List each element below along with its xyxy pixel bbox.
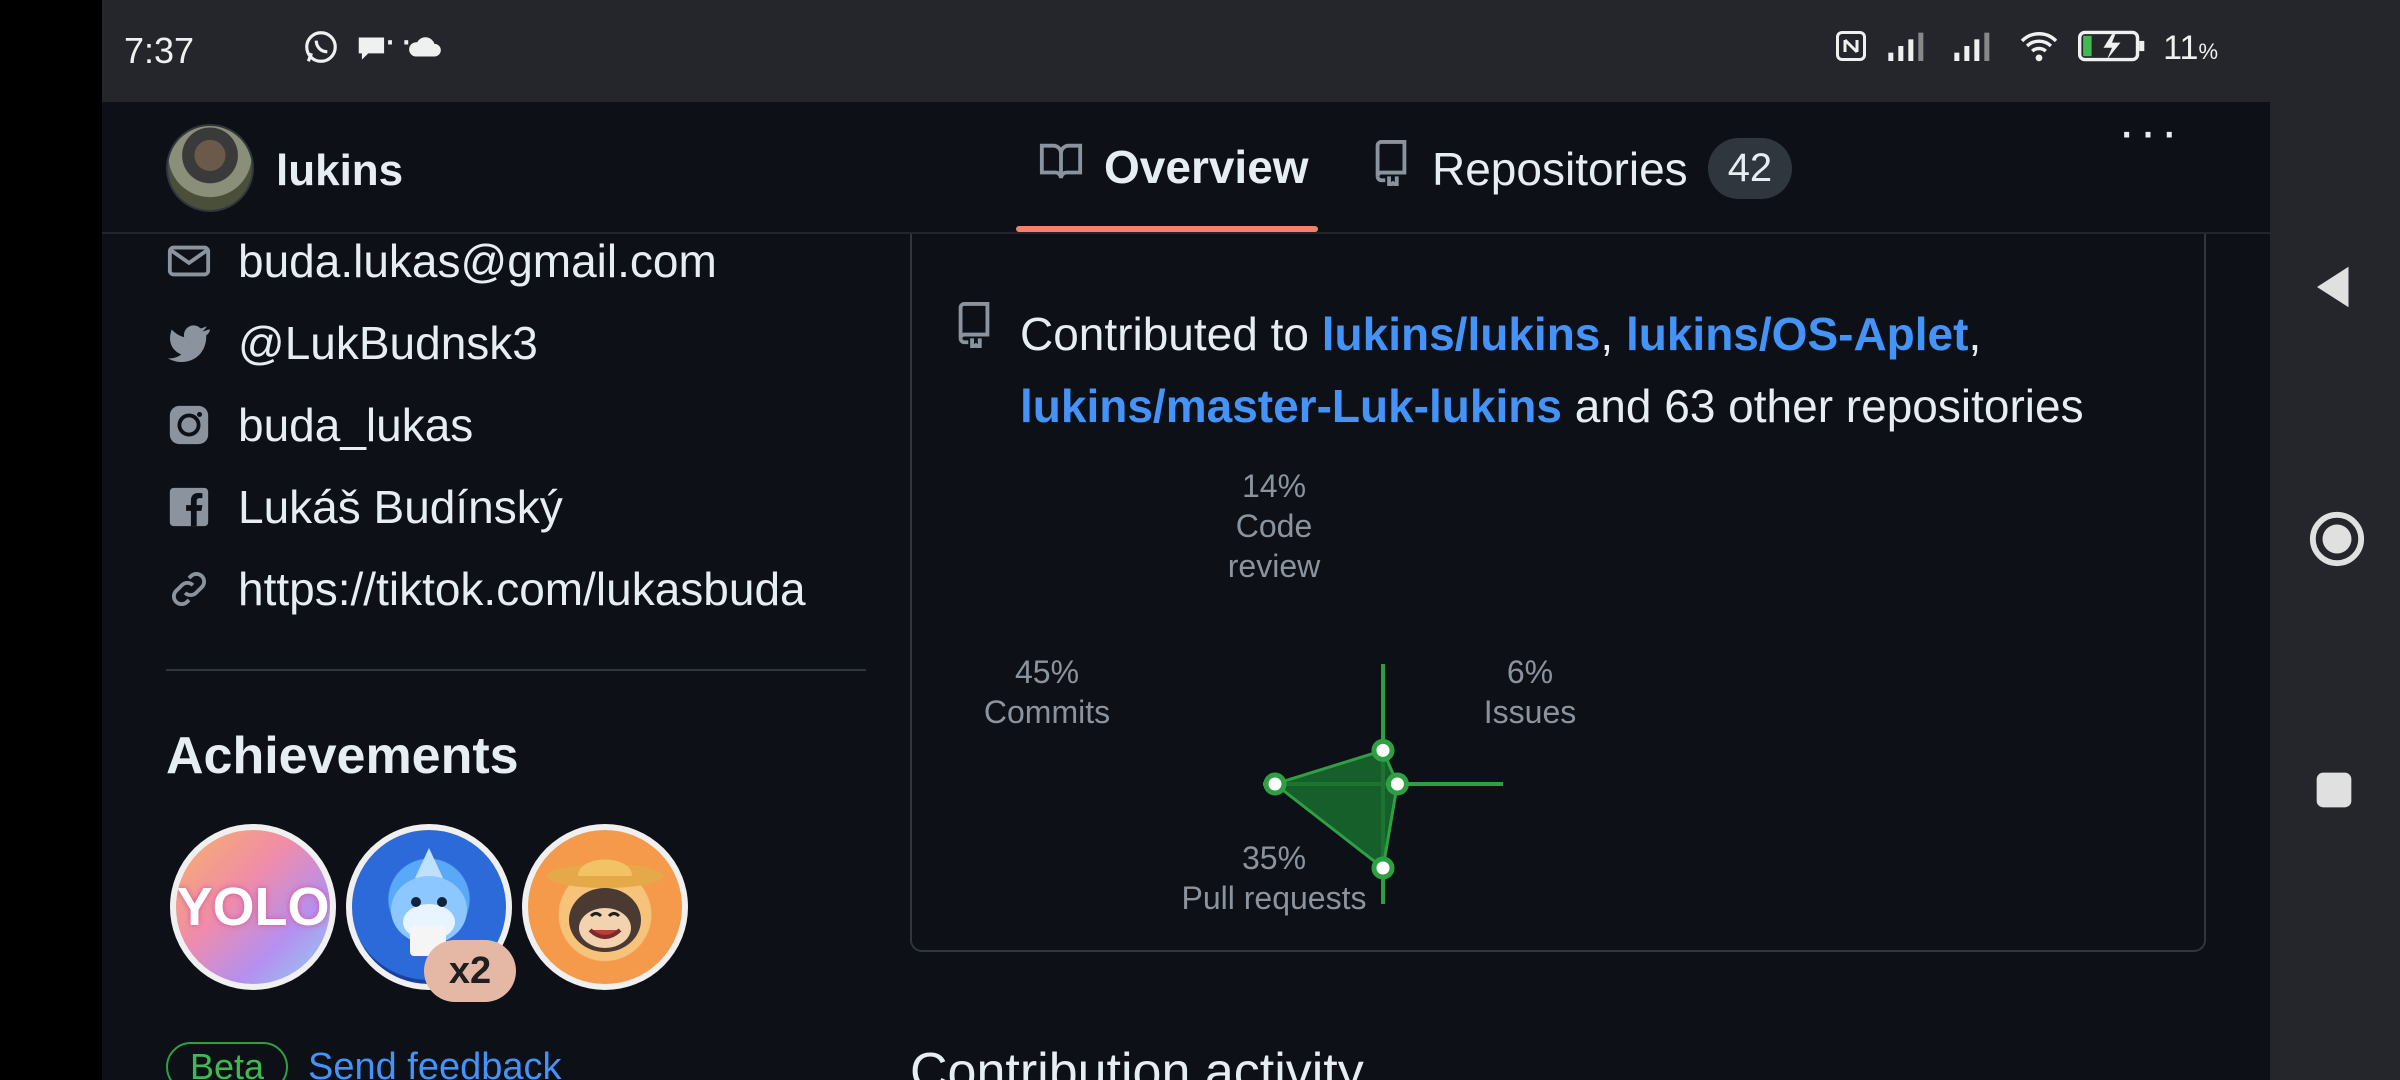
contributed-to-text: Contributed to lukins/lukins, lukins/OS-… (1020, 308, 2084, 432)
yolo-badge[interactable]: YOLO (170, 824, 336, 990)
radar-label-pull-requests: 35% Pull requests (1181, 840, 1367, 916)
cowboy-icon (547, 859, 663, 952)
activity-radar-chart: 14% Code review 6% Issues 35% Pull requests… (982, 462, 1742, 922)
contact-instagram[interactable]: buda_lukas (166, 398, 473, 452)
contribution-activity-title: Contribution activity (910, 1043, 1364, 1080)
contact-twitter[interactable]: @LukBudnsk3 (166, 316, 538, 370)
send-feedback-link[interactable]: Send feedback (308, 1046, 562, 1080)
facebook-icon (166, 484, 212, 530)
contact-facebook[interactable]: Lukáš Budínský (166, 480, 563, 534)
username[interactable]: lukins (276, 146, 403, 196)
cowboy-badge[interactable] (522, 824, 688, 990)
whatsapp-icon (302, 28, 340, 66)
badge-multiplier: x2 (424, 940, 516, 1002)
facebook-text[interactable]: Lukáš Budínský (238, 480, 563, 534)
twitter-text[interactable]: @LukBudnsk3 (238, 316, 538, 370)
back-icon[interactable] (2308, 260, 2362, 319)
status-time: 7:37 (124, 30, 195, 71)
recents-icon[interactable] (2308, 764, 2360, 821)
mail-icon (166, 238, 212, 284)
repo-icon (954, 302, 994, 352)
book-icon (1038, 138, 1084, 195)
radar-point-top (1371, 738, 1395, 762)
more-options-icon[interactable]: ··· (2118, 102, 2182, 162)
link-icon (166, 566, 212, 612)
tab-overview-label: Overview (1104, 140, 1309, 193)
beta-label: Beta (166, 1042, 289, 1080)
repo-link[interactable]: lukins/lukins (1322, 308, 1601, 360)
email-text[interactable]: buda.lukas@gmail.com (238, 234, 717, 288)
radar-point-left (1263, 772, 1287, 796)
repositories-count-badge: 42 (1707, 138, 1793, 199)
home-icon[interactable] (2308, 510, 2366, 573)
achievements-title: Achievements (166, 727, 519, 785)
system-nav-bar (2270, 0, 2400, 1080)
tab-repositories[interactable]: Repositories 42 (1370, 138, 1793, 199)
tab-repositories-label: Repositories (1432, 142, 1688, 195)
profile-divider (166, 669, 866, 671)
avatar[interactable] (166, 124, 254, 212)
active-tab-indicator (1016, 226, 1318, 232)
radar-label-issues: 6% Issues (1483, 654, 1577, 730)
signal-icon (1951, 29, 2001, 68)
twitter-icon (166, 320, 212, 366)
status-more-icon: ··· (367, 18, 416, 62)
yolo-badge-text: YOLO (176, 877, 330, 937)
app-window: buda.lukas@gmail.com @LukBudnsk3 buda_lu… (102, 102, 2270, 1080)
tab-overview[interactable]: Overview (1038, 138, 1309, 195)
repo-icon (1370, 140, 1412, 197)
nfc-icon (1833, 28, 1869, 69)
contact-email[interactable]: buda.lukas@gmail.com (166, 234, 717, 288)
battery-charging-icon (2077, 29, 2147, 68)
repo-link[interactable]: lukins/OS-Aplet (1626, 308, 1968, 360)
wifi-icon (2017, 29, 2061, 68)
tiktok-link-text[interactable]: https://tiktok.com/lukasbuda (238, 562, 806, 616)
radar-point-right (1385, 772, 1409, 796)
battery-percent: 11% (2163, 29, 2218, 67)
radar-label-commits: 45% Commits (983, 654, 1111, 730)
repo-link[interactable]: lukins/master-Luk-lukins (1020, 380, 1562, 432)
profile-header: lukins Overview Repositories 42 ··· (102, 102, 2270, 234)
instagram-icon (166, 402, 212, 448)
radar-label-code-review: 14% Code review (1227, 468, 1321, 584)
status-bar: 7:37 ··· 11% (102, 0, 2270, 102)
contact-link[interactable]: https://tiktok.com/lukasbuda (166, 562, 806, 616)
signal-icon (1885, 29, 1935, 68)
instagram-text[interactable]: buda_lukas (238, 398, 473, 452)
